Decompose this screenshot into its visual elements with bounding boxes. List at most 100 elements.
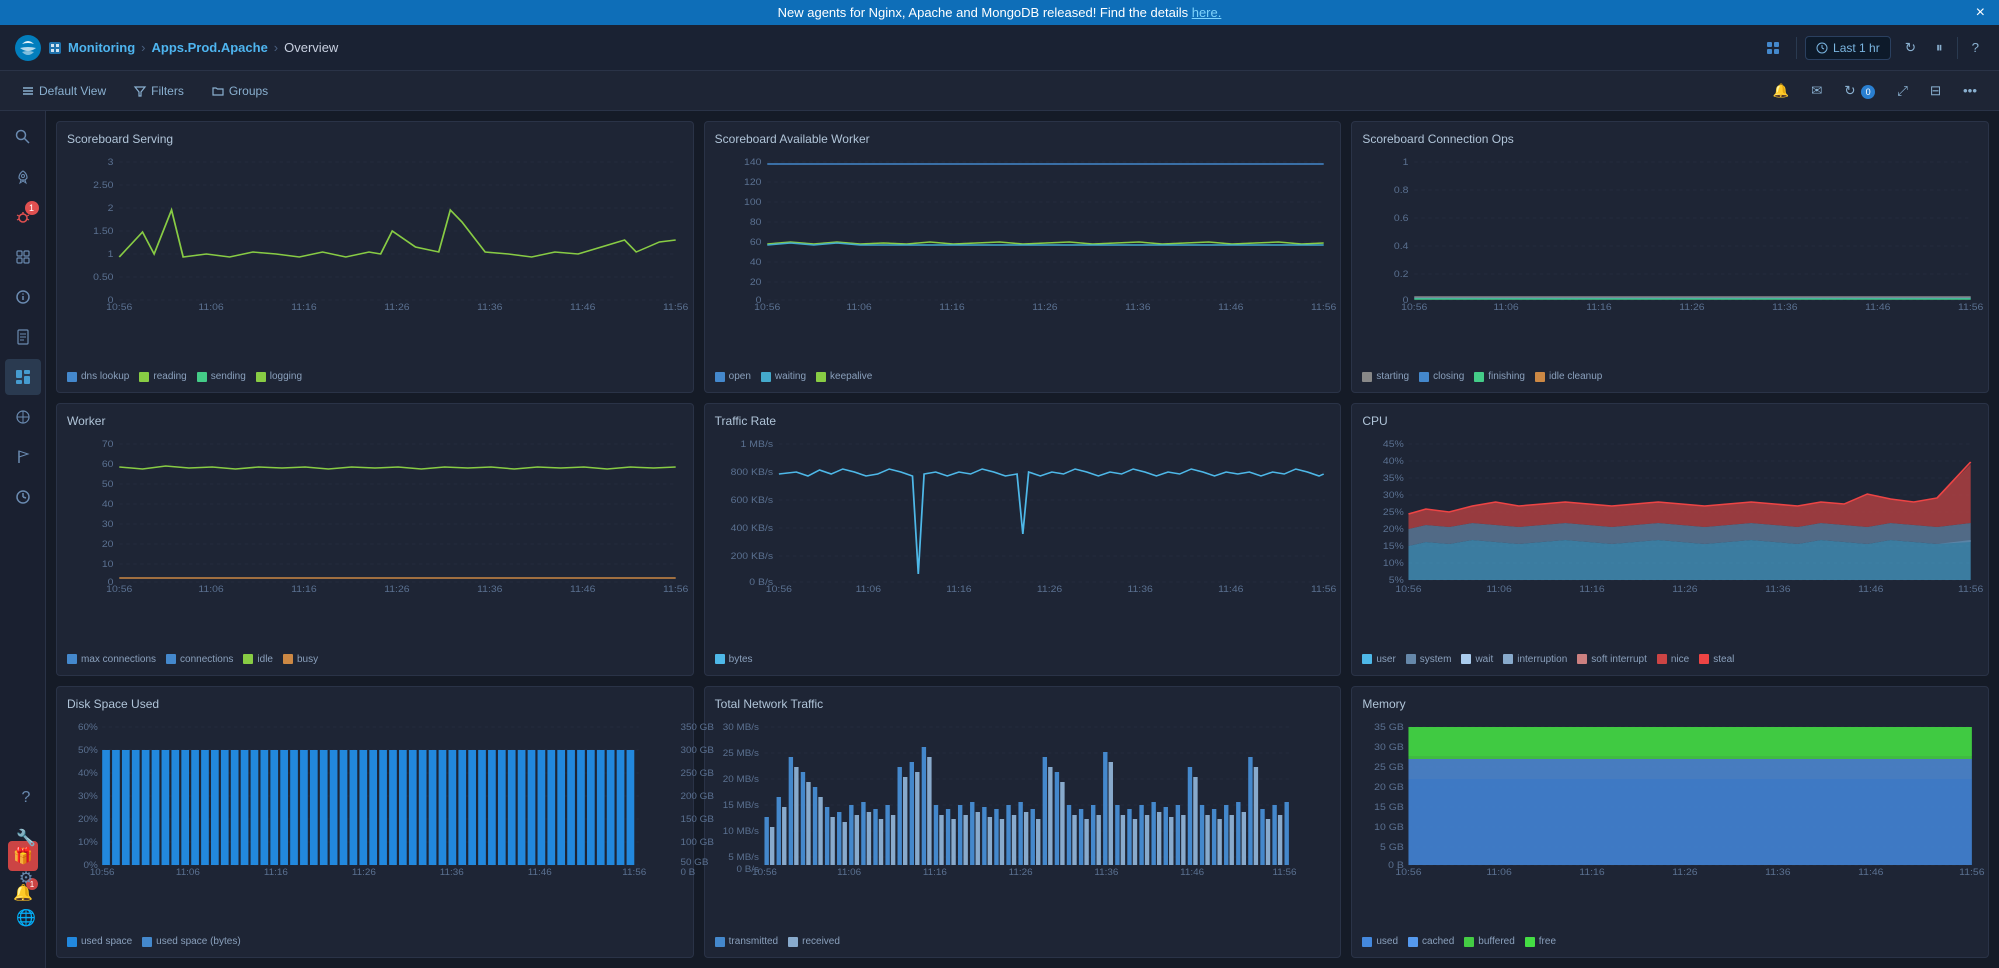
legend-max-connections: max connections: [67, 654, 156, 665]
chart-cpu: 45% 40% 35% 30% 25% 20% 15% 10% 5% 10:56…: [1362, 434, 1978, 648]
svg-text:11:26: 11:26: [1032, 303, 1057, 313]
apps-grid-button[interactable]: [1758, 37, 1788, 59]
svg-text:11:46: 11:46: [570, 585, 595, 595]
legend-interruption: interruption: [1503, 654, 1567, 665]
sidebar-item-doc[interactable]: [5, 319, 41, 355]
sidebar-item-search[interactable]: [5, 119, 41, 155]
svg-text:1: 1: [1403, 158, 1409, 168]
svg-text:300 GB: 300 GB: [680, 745, 713, 755]
svg-text:2: 2: [108, 204, 114, 214]
help-button[interactable]: ?: [1966, 37, 1985, 58]
search-icon: [15, 129, 31, 145]
svg-text:10 GB: 10 GB: [1375, 822, 1405, 832]
sidebar-item-grid[interactable]: [5, 239, 41, 275]
svg-text:11:36: 11:36: [1766, 867, 1791, 877]
svg-text:11:46: 11:46: [1858, 867, 1883, 877]
legend-wait: wait: [1461, 654, 1493, 665]
svg-text:1: 1: [108, 250, 114, 260]
svg-text:60: 60: [102, 460, 114, 470]
sidebar-item-question[interactable]: ?: [8, 780, 44, 816]
legend-open: open: [715, 371, 751, 382]
breadcrumb-monitoring[interactable]: Monitoring: [68, 40, 135, 55]
legend-starting: starting: [1362, 371, 1409, 382]
panel-connection-ops: Scoreboard Connection Ops 1 0.8 0.6 0.4 …: [1351, 121, 1989, 393]
svg-text:400 KB/s: 400 KB/s: [730, 524, 773, 534]
svg-text:11:06: 11:06: [198, 303, 223, 313]
svg-text:11:36: 11:36: [477, 585, 502, 595]
svg-text:11:06: 11:06: [198, 585, 223, 595]
svg-text:11:56: 11:56: [663, 585, 688, 595]
sidebar-item-settings[interactable]: ⚙: [8, 860, 44, 896]
legend-nice: nice: [1657, 654, 1689, 665]
pause-button[interactable]: ⏸: [1930, 37, 1949, 59]
svg-text:11:16: 11:16: [1587, 303, 1612, 313]
sidebar-item-clock[interactable]: [5, 479, 41, 515]
sidebar-item-bug[interactable]: 1: [5, 199, 41, 235]
groups-button[interactable]: Groups: [206, 80, 274, 102]
time-range-button[interactable]: Last 1 hr: [1805, 36, 1891, 60]
grid4-icon: [15, 249, 31, 265]
svg-text:80: 80: [749, 218, 761, 228]
svg-text:1.50: 1.50: [93, 227, 114, 237]
expand-button[interactable]: ⤢: [1891, 80, 1914, 102]
filters-button[interactable]: Filters: [128, 80, 190, 102]
legend-received: received: [788, 936, 840, 947]
svg-text:11:46: 11:46: [1858, 585, 1883, 595]
sidebar-item-info[interactable]: [5, 279, 41, 315]
legend-logging: logging: [256, 371, 302, 382]
svg-text:0.6: 0.6: [1394, 214, 1409, 224]
legend-memory: used cached buffered free: [1362, 936, 1978, 947]
svg-text:11:36: 11:36: [477, 303, 502, 313]
svg-text:45%: 45%: [1383, 440, 1404, 450]
svg-text:35%: 35%: [1383, 474, 1404, 484]
svg-text:11:26: 11:26: [1673, 867, 1698, 877]
mail-button[interactable]: ✉: [1805, 80, 1828, 102]
announce-link[interactable]: here.: [1192, 5, 1222, 20]
refresh-counter-button[interactable]: ↻ 0: [1838, 80, 1881, 102]
document-icon: [15, 329, 31, 345]
sidebar-item-puzzle[interactable]: [5, 399, 41, 435]
refresh-button[interactable]: ↻: [1899, 37, 1922, 59]
bug-badge: 1: [25, 201, 39, 215]
svg-text:20%: 20%: [1383, 525, 1404, 535]
panel-worker: Worker 70 60 50 40 30 20 1: [56, 403, 694, 675]
chart-connection-ops: 1 0.8 0.6 0.4 0.2 0 10:56 11:06 11:16 11…: [1362, 152, 1978, 366]
svg-text:10:56: 10:56: [1402, 303, 1428, 313]
panel-disk-space: Disk Space Used 60% 50% 40% 30% 20% 10% …: [56, 686, 694, 958]
svg-text:11:36: 11:36: [1125, 303, 1150, 313]
svg-text:40: 40: [749, 258, 761, 268]
svg-text:10:56: 10:56: [106, 303, 132, 313]
breadcrumb-app[interactable]: Apps.Prod.Apache: [152, 40, 268, 55]
sidebar-item-globe[interactable]: 🌐: [8, 900, 44, 936]
svg-text:11:46: 11:46: [1865, 303, 1890, 313]
svg-text:11:06: 11:06: [1487, 585, 1512, 595]
svg-text:11:56: 11:56: [622, 867, 646, 877]
svg-text:140: 140: [744, 158, 762, 168]
svg-text:60: 60: [749, 238, 761, 248]
svg-text:350 GB: 350 GB: [680, 722, 713, 732]
sidebar-item-flag[interactable]: [5, 439, 41, 475]
svg-text:20: 20: [102, 540, 114, 550]
sidebar-item-dashboard[interactable]: [5, 359, 41, 395]
svg-text:150 GB: 150 GB: [680, 814, 713, 824]
breadcrumb: Monitoring › Apps.Prod.Apache › Overview: [48, 40, 338, 55]
panel-memory: Memory 35 GB 30 GB 25 GB 20 GB 15 GB: [1351, 686, 1989, 958]
flag-icon: [15, 449, 31, 465]
default-view-button[interactable]: Default View: [16, 80, 112, 102]
more-button[interactable]: •••: [1957, 80, 1983, 101]
svg-text:25 MB/s: 25 MB/s: [722, 748, 759, 758]
svg-text:11:36: 11:36: [1127, 585, 1152, 595]
layout-button[interactable]: ⊟: [1924, 80, 1947, 102]
legend-cpu: user system wait interruption soft inter…: [1362, 654, 1978, 665]
time-range-label: Last 1 hr: [1833, 41, 1880, 55]
sidebar-item-rocket[interactable]: [5, 159, 41, 195]
sidebar-item-tools[interactable]: 🔧: [8, 820, 44, 856]
notification-bell-button[interactable]: 🔔: [1767, 80, 1796, 102]
chart-worker: 70 60 50 40 30 20 10 0 10:56 11:06 11:16…: [67, 434, 683, 648]
svg-text:30: 30: [102, 520, 114, 530]
svg-text:11:06: 11:06: [176, 867, 200, 877]
announce-close-button[interactable]: ×: [1976, 4, 1985, 22]
legend-sending: sending: [197, 371, 246, 382]
grid-icon: [1766, 41, 1780, 55]
legend-closing: closing: [1419, 371, 1464, 382]
